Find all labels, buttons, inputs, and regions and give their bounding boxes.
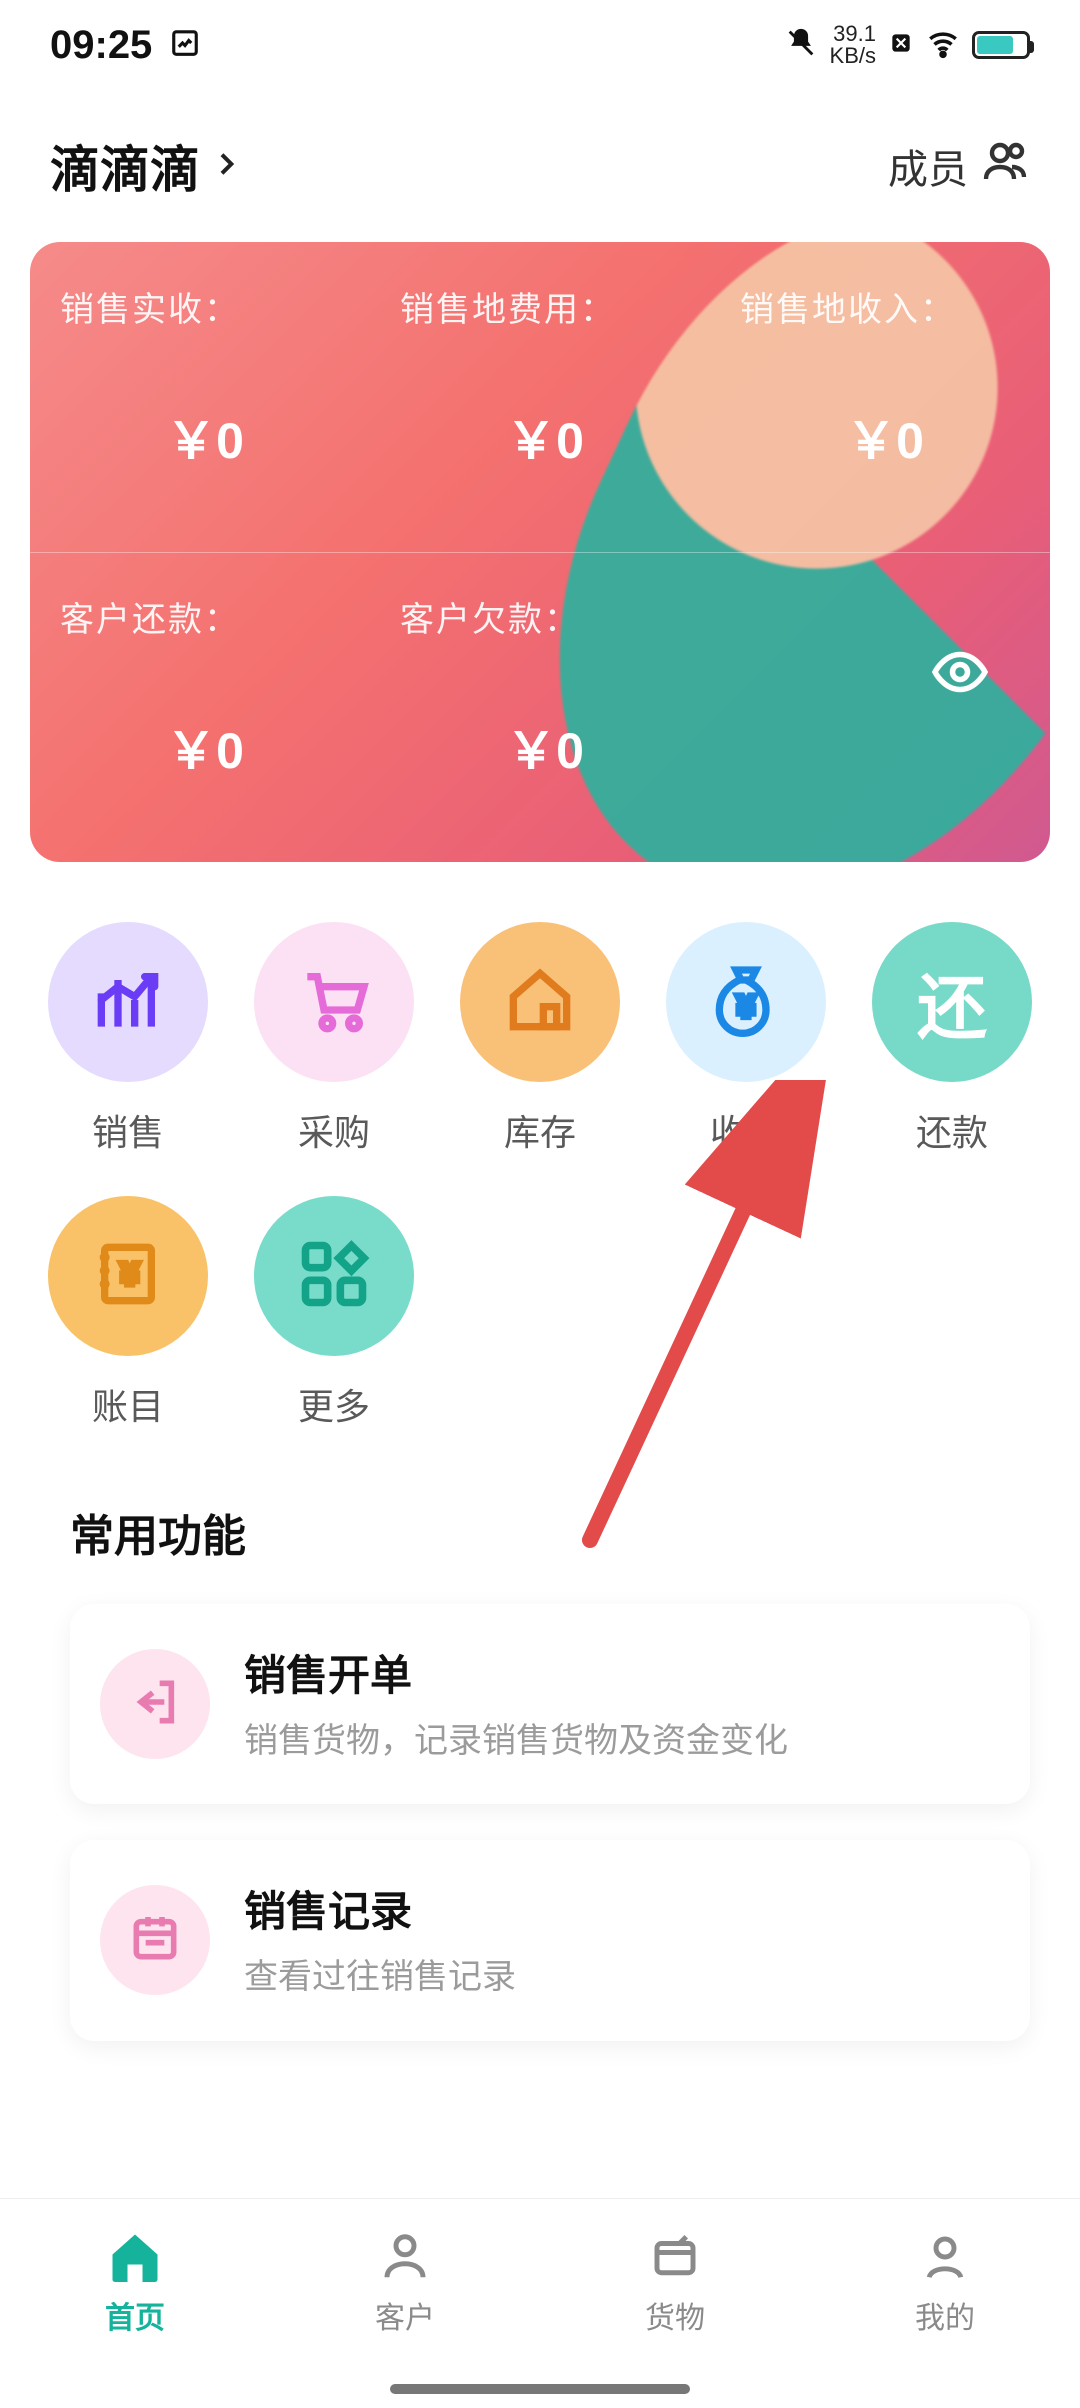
- status-bar: 09:25 39.1 KB/s: [0, 0, 1080, 90]
- menu-ledger[interactable]: ¥ 账目: [30, 1196, 226, 1430]
- ledger-icon: ¥: [88, 1234, 168, 1319]
- menu-repay[interactable]: 还 还款: [854, 922, 1050, 1156]
- header: 滴滴滴 成员: [0, 90, 1080, 232]
- members-label: 成员: [888, 137, 968, 195]
- person-icon: [375, 2227, 435, 2287]
- chevron-right-icon: [210, 142, 242, 191]
- frequent-sales-history[interactable]: 销售记录 查看过往销售记录: [70, 1840, 1030, 2040]
- profile-icon: [915, 2227, 975, 2287]
- grid-icon: [296, 1236, 372, 1317]
- menu-income-expense[interactable]: ¥ 收支: [648, 922, 844, 1156]
- screenshot-indicator-icon: [170, 28, 200, 63]
- chart-up-icon: [88, 960, 168, 1045]
- frequent-section: 常用功能 销售开单 销售货物，记录销售货物及资金变化 销售记录 查看过往销售记录: [0, 1470, 1080, 2041]
- battery-icon: [972, 31, 1030, 59]
- frequent-title: 常用功能: [70, 1500, 1030, 1564]
- network-speed: 39.1 KB/s: [830, 23, 876, 67]
- mute-icon: [784, 26, 818, 65]
- members-button[interactable]: 成员: [888, 137, 1030, 195]
- eye-icon: [930, 642, 990, 702]
- nav-customers[interactable]: 客户: [270, 2199, 540, 2408]
- cart-icon: [294, 960, 374, 1045]
- repay-glyph-icon: 还: [917, 952, 987, 1053]
- stat-customer-debt: 客户欠款： ￥0: [370, 552, 710, 862]
- menu-purchase[interactable]: 采购: [236, 922, 432, 1156]
- stat-sales-income: 销售地收入： ￥0: [710, 242, 1050, 552]
- nav-mine[interactable]: 我的: [810, 2199, 1080, 2408]
- status-time: 09:25: [50, 23, 152, 68]
- toggle-visibility-button[interactable]: [930, 642, 990, 707]
- menu-inventory[interactable]: 库存: [442, 922, 638, 1156]
- workspace-switcher[interactable]: 滴滴滴: [50, 130, 242, 202]
- svg-text:¥: ¥: [121, 1258, 138, 1291]
- sim-off-icon: [888, 30, 914, 61]
- exit-icon: [127, 1674, 183, 1735]
- wifi-icon: [926, 26, 960, 65]
- stat-sales-cost: 销售地费用： ￥0: [370, 242, 710, 552]
- menu-grid: 销售 采购 库存 ¥ 收支 还 还款: [0, 862, 1080, 1470]
- menu-sales[interactable]: 销售: [30, 922, 226, 1156]
- nav-home[interactable]: 首页: [0, 2199, 270, 2408]
- stat-sales-actual: 销售实收： ￥0: [30, 242, 370, 552]
- nav-goods[interactable]: 货物: [540, 2199, 810, 2408]
- box-icon: [645, 2227, 705, 2287]
- home-icon: [105, 2227, 165, 2287]
- gesture-bar: [390, 2384, 690, 2394]
- house-icon: [500, 960, 580, 1045]
- moneybag-icon: ¥: [706, 960, 786, 1045]
- summary-card[interactable]: 销售实收： ￥0 销售地费用： ￥0 销售地收入： ￥0 客户还款： ￥0 客户…: [30, 242, 1050, 862]
- stat-customer-repay: 客户还款： ￥0: [30, 552, 370, 862]
- members-icon: [982, 137, 1030, 195]
- bottom-nav: 首页 客户 货物 我的: [0, 2198, 1080, 2408]
- workspace-title: 滴滴滴: [50, 130, 200, 202]
- calendar-icon: [127, 1910, 183, 1971]
- svg-text:¥: ¥: [738, 990, 755, 1023]
- menu-more[interactable]: 更多: [236, 1196, 432, 1430]
- frequent-sales-order[interactable]: 销售开单 销售货物，记录销售货物及资金变化: [70, 1604, 1030, 1804]
